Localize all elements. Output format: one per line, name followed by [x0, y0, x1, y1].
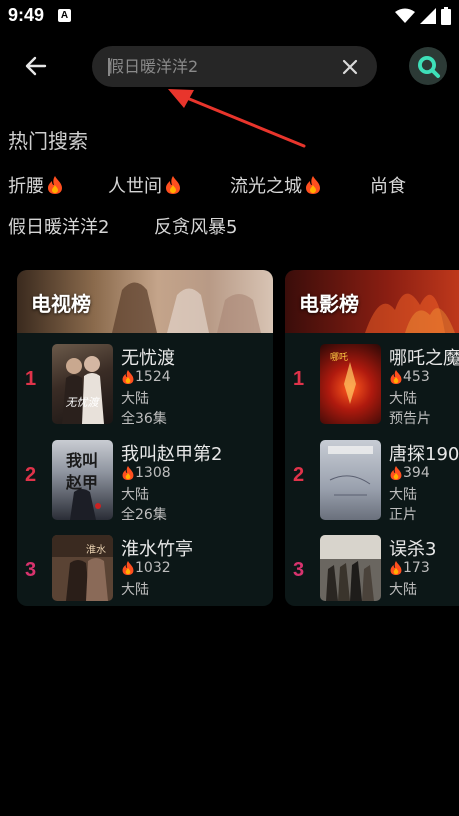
heat-value: 1524: [135, 369, 171, 385]
fire-icon: [122, 370, 134, 384]
fire-icon: [122, 466, 134, 480]
item-heat: 1308: [121, 465, 171, 481]
item-title: 误杀3: [389, 539, 437, 560]
search-button[interactable]: [409, 47, 447, 85]
tv-chart-title: 电视榜: [31, 292, 91, 316]
item-region: 大陆: [389, 487, 417, 503]
item-episodes: 全36集: [121, 411, 167, 427]
item-region: 大陆: [121, 487, 149, 503]
fire-icon: [166, 176, 180, 194]
poster-image: 淮水: [52, 535, 113, 601]
status-time: 9:49: [8, 5, 45, 25]
heat-value: 1032: [135, 560, 171, 576]
item-heat: 1524: [121, 369, 171, 385]
fire-icon: [48, 176, 62, 194]
item-region: 大陆: [389, 582, 417, 598]
svg-text:我叫: 我叫: [66, 451, 98, 470]
movie-rank-item[interactable]: 1 哪吒 哪吒之魔 453 大陆 预告片: [285, 344, 459, 427]
item-title: 我叫赵甲第2: [121, 444, 223, 465]
tv-rank-item[interactable]: 1 无忧渡 无忧渡 1524 大陆 全36集: [17, 344, 273, 427]
hot-search-label: 流光之城: [230, 176, 302, 197]
screen: 9:49 A 假日暖洋洋2 热门搜索 折腰 人世间 流光之城 尚食 假日暖洋洋2…: [0, 0, 459, 816]
hot-search-row-2: 假日暖洋洋2 反贪风暴5: [8, 213, 237, 239]
poster-image: [320, 440, 381, 520]
heat-value: 1308: [135, 465, 171, 481]
hot-search-item[interactable]: 假日暖洋洋2: [8, 213, 154, 239]
hot-search-label: 反贪风暴5: [154, 217, 238, 238]
rank-number: 3: [293, 559, 305, 581]
svg-text:无忧渡: 无忧渡: [66, 396, 101, 409]
status-bar: 9:49 A: [0, 0, 459, 32]
item-status: 正片: [389, 507, 417, 523]
tv-rank-item[interactable]: 2 我叫 赵甲 我叫赵甲第2 1308 大陆 全26集: [17, 440, 273, 523]
poster-image: 哪吒: [320, 344, 381, 424]
hot-search-item[interactable]: 人世间: [108, 172, 230, 198]
item-heat: 394: [389, 465, 430, 481]
rank-number: 1: [25, 368, 37, 390]
hot-search-item[interactable]: 流光之城: [230, 172, 370, 198]
rank-number: 3: [25, 559, 37, 581]
tv-chart-banner: 电视榜: [17, 270, 273, 333]
fire-icon: [390, 370, 402, 384]
svg-text:哪吒: 哪吒: [330, 352, 348, 363]
item-region: 大陆: [389, 391, 417, 407]
fire-icon: [122, 561, 134, 575]
movie-rank-item[interactable]: 3 误杀3 173 大陆: [285, 535, 459, 606]
heat-value: 173: [403, 560, 430, 576]
text-caret: [108, 58, 110, 76]
hot-search-label: 人世间: [108, 176, 162, 197]
poster-image: 我叫 赵甲: [52, 440, 113, 520]
hot-search-label: 折腰: [8, 176, 44, 197]
rank-number: 2: [25, 464, 37, 486]
close-icon: [342, 59, 358, 75]
heat-value: 394: [403, 465, 430, 481]
fire-icon: [306, 176, 320, 194]
hot-search-item[interactable]: 尚食: [370, 172, 406, 198]
heat-value: 453: [403, 369, 430, 385]
battery-icon: [441, 7, 451, 25]
movie-chart-banner: 电影榜: [285, 270, 459, 333]
hot-search-item[interactable]: 折腰: [8, 172, 108, 198]
movie-chart-card: 电影榜 1 哪吒 哪吒之魔 453 大陆 预告片 2 唐探190 394 大陆 …: [285, 270, 459, 606]
arrow-left-icon: [25, 56, 47, 76]
svg-text:淮水: 淮水: [86, 544, 106, 556]
status-icons: [395, 6, 451, 26]
annotation-arrow: [168, 89, 306, 148]
poster-image: 无忧渡: [52, 344, 113, 424]
back-button[interactable]: [20, 50, 52, 82]
hot-search-row-1: 折腰 人世间 流光之城 尚食: [8, 172, 406, 198]
item-region: 大陆: [121, 582, 149, 598]
item-heat: 173: [389, 560, 430, 576]
item-heat: 1032: [121, 560, 171, 576]
item-title: 无忧渡: [121, 348, 175, 369]
hot-search-label: 尚食: [370, 176, 406, 197]
movie-chart-title: 电影榜: [299, 292, 359, 316]
search-icon: [418, 56, 440, 78]
item-title: 唐探190: [389, 444, 459, 465]
signal-icon: [420, 8, 436, 24]
item-title: 哪吒之魔: [389, 348, 459, 369]
fire-icon: [390, 561, 402, 575]
rank-number: 1: [293, 368, 305, 390]
movie-rank-item[interactable]: 2 唐探190 394 大陆 正片: [285, 440, 459, 523]
hot-search-item[interactable]: 反贪风暴5: [154, 213, 237, 239]
poster-image: [320, 535, 381, 601]
item-episodes: 全26集: [121, 507, 167, 523]
hot-search-label: 假日暖洋洋2: [8, 217, 110, 238]
fire-icon: [390, 466, 402, 480]
clear-search-button[interactable]: [339, 56, 361, 78]
item-title: 淮水竹亭: [121, 539, 193, 560]
item-status: 预告片: [389, 411, 431, 427]
item-region: 大陆: [121, 391, 149, 407]
tv-rank-item[interactable]: 3 淮水 淮水竹亭 1032 大陆: [17, 535, 273, 606]
wifi-icon: [395, 8, 415, 23]
notification-icon: A: [58, 9, 71, 22]
tv-chart-card: 电视榜 1 无忧渡 无忧渡 1524 大陆 全36集 2 我叫 赵甲 我叫赵甲第…: [17, 270, 273, 606]
hot-search-title: 热门搜索: [8, 129, 88, 153]
item-heat: 453: [389, 369, 430, 385]
rank-number: 2: [293, 464, 305, 486]
